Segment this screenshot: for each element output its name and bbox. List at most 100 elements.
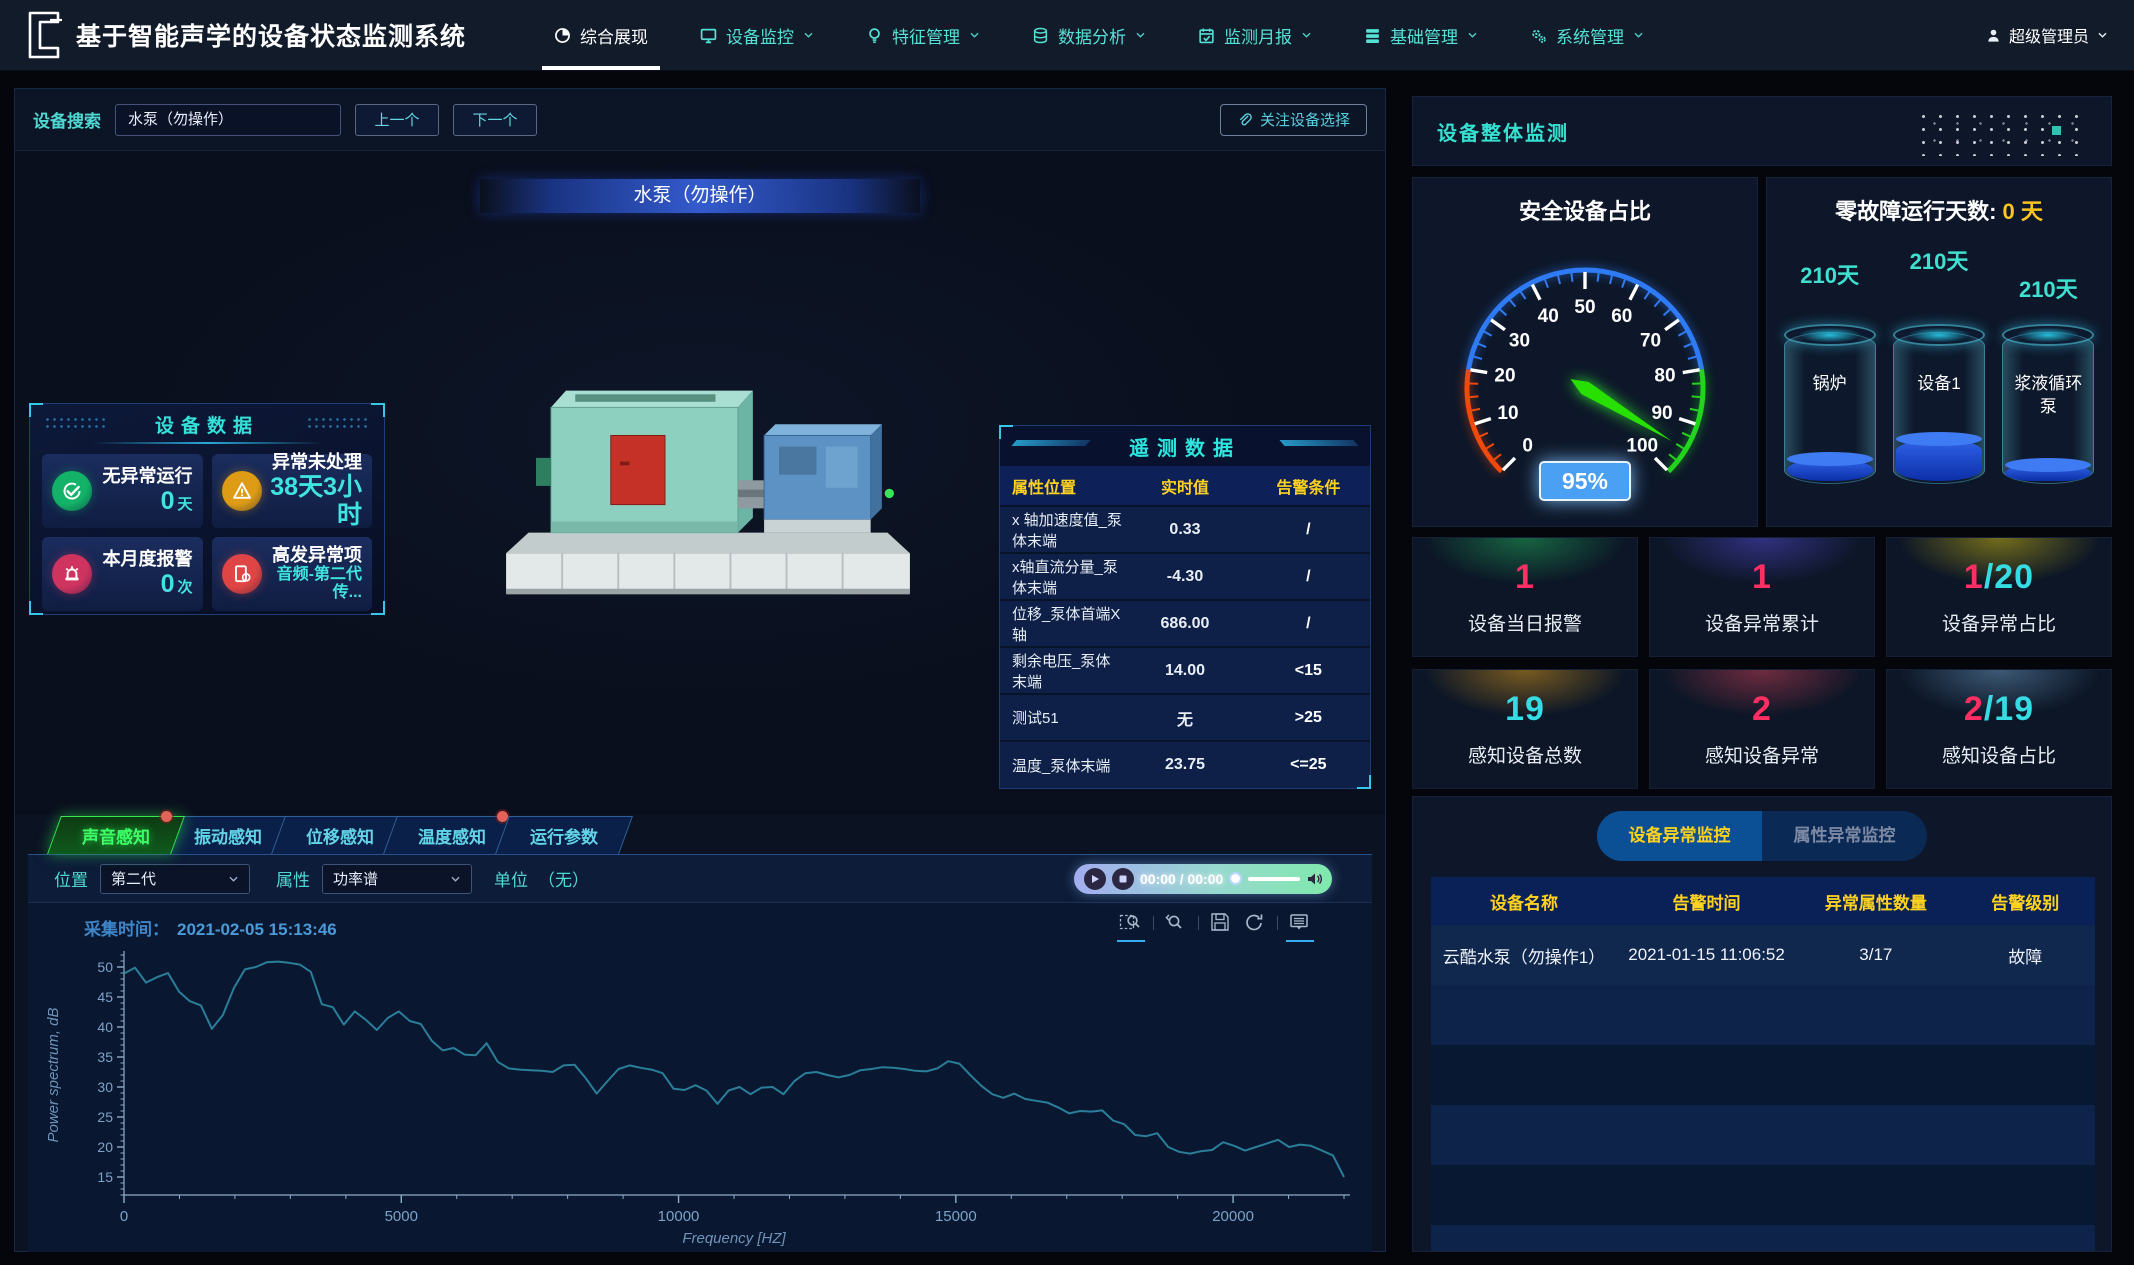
alarm-cell-empty [1617,1105,1796,1165]
nav-item-overview[interactable]: 综合展现 [554,0,648,70]
stat-label: 感知设备异常 [1650,741,1874,768]
focus-device-button[interactable]: 关注设备选择 [1220,104,1367,136]
app-root: 基于智能声学的设备状态监测系统 综合展现设备监控特征管理数据分析监测月报基础管理… [0,0,2134,1265]
toolbar-zoom-reset-icon[interactable] [1164,911,1188,935]
volume-button[interactable] [1306,870,1324,888]
alarm-col-header: 告警级别 [1956,877,2095,925]
alarm-cell-empty [1796,1045,1955,1105]
device-search-input[interactable]: 水泵（勿操作） [115,104,341,136]
alarm-cell-empty [1431,1165,1617,1225]
gauge-title: 安全设备占比 [1413,194,1757,226]
alarm-row-empty [1431,1045,2095,1105]
chevron-down-icon [2097,31,2108,39]
alarm-row[interactable]: 云酷水泵（勿操作1）2021-01-15 11:06:523/17故障 [1431,925,2095,985]
svg-text:0: 0 [1522,435,1533,456]
model-viewport[interactable]: 水泵（勿操作） [15,151,1385,815]
sense-tab-声音感知[interactable]: 声音感知 [54,816,178,854]
device-data-card-value: 38天3小时 [270,473,363,531]
nav-item-monthly-report[interactable]: 监测月报 [1198,0,1312,70]
right-panel: 设备整体监测 安全设备占比 010203040506070809010095% … [1402,88,2120,1252]
svg-text:20: 20 [97,1139,113,1155]
toolbar-data-view-icon[interactable] [1288,911,1312,935]
overall-monitor-header: 设备整体监测 [1412,96,2112,166]
stop-button[interactable] [1112,868,1134,890]
alert-badge [161,811,172,822]
stat-value: 1 [1413,558,1637,597]
corner-accent [29,403,43,417]
position-select[interactable]: 第二代 [100,864,250,894]
play-button[interactable] [1084,868,1106,890]
zero-fault-label: 零故障运行天数: [1835,199,1996,224]
position-label: 位置 [54,866,88,891]
chevron-down-icon [969,31,980,39]
sense-tab-温度感知[interactable]: 温度感知 [390,816,514,854]
tanks-row: 210天锅炉210天设备1210天浆液循环泵 [1767,230,2111,492]
audio-player[interactable]: 00:00 / 00:00 [1074,864,1332,894]
monitor-icon [700,27,717,44]
telemetry-cell: -4.30 [1123,553,1246,600]
alarm-row-empty [1431,985,2095,1045]
stat-value: 1/20 [1887,558,2111,597]
svg-text:Frequency [HZ]: Frequency [HZ] [682,1230,786,1247]
sense-tab-位移感知[interactable]: 位移感知 [278,816,402,854]
stop-icon [1118,874,1128,884]
chevron-down-icon [1633,31,1644,39]
app-title: 基于智能声学的设备状态监测系统 [76,17,466,53]
sense-tab-label: 运行参数 [502,816,626,854]
tank-days-value: 210天 [1800,258,1859,290]
stat-value: 2/19 [1887,690,2111,729]
alarm-row-empty [1431,1225,2095,1252]
nav-item-device-monitor[interactable]: 设备监控 [700,0,814,70]
telemetry-cell: 686.00 [1123,600,1246,647]
device-data-panel: 设备数据 无异常运行0天异常未处理38天3小时本月度报警0次高发异常项音频-第二… [29,403,385,615]
telemetry-row: x 轴加速度值_泵体末端0.33/ [1000,506,1370,553]
nav-item-feature-mgmt[interactable]: 特征管理 [866,0,980,70]
nav-item-data-analysis[interactable]: 数据分析 [1032,0,1146,70]
chevron-down-icon [1135,31,1146,39]
tank-cylinder: 锅炉 [1784,332,1876,484]
toolbar-zoom-box-icon[interactable] [1119,911,1143,935]
restore-icon [1243,911,1265,933]
tank-name-label: 锅炉 [1789,373,1871,396]
stats-grid: 1设备当日报警1设备异常累计1/20设备异常占比19感知设备总数2感知设备异常2… [1412,537,2112,789]
toolbar-restore-icon[interactable] [1243,911,1267,935]
device-data-card-text: 无异常运行0天 [100,466,193,515]
database-icon [1032,27,1049,44]
nav-item-basic-mgmt[interactable]: 基础管理 [1364,0,1478,70]
dashboard-icon [554,27,571,44]
chevron-down-icon [1301,31,1312,39]
unit-label: 单位 [494,866,528,891]
telemetry-cell: 剩余电压_泵体末端 [1000,647,1123,694]
alarm-tab-属性异常监控[interactable]: 属性异常监控 [1762,811,1927,861]
svg-text:10000: 10000 [658,1208,700,1225]
sense-tab-振动感知[interactable]: 振动感知 [166,816,290,854]
sense-tab-运行参数[interactable]: 运行参数 [502,816,626,854]
telemetry-cell: 测试51 [1000,694,1123,741]
svg-text:100: 100 [1626,435,1658,456]
telemetry-cell: <=25 [1247,741,1370,788]
stat-label: 设备当日报警 [1413,609,1637,636]
toolbar-save-image-icon[interactable] [1209,911,1233,935]
user-menu[interactable]: 超级管理员 [1986,23,2108,47]
device-data-cards: 无异常运行0天异常未处理38天3小时本月度报警0次高发异常项音频-第二代传... [30,444,384,621]
svg-text:50: 50 [97,959,113,975]
volume-icon [1306,870,1324,888]
attribute-select[interactable]: 功率谱 [322,864,472,894]
alarm-tab-设备异常监控[interactable]: 设备异常监控 [1597,811,1762,861]
motor-unit [536,391,753,533]
player-seek-handle[interactable] [1229,872,1242,885]
stat-card-感知设备异常: 2感知设备异常 [1649,669,1875,789]
next-device-button[interactable]: 下一个 [453,104,537,136]
svg-text:0: 0 [120,1208,128,1225]
player-seek-track[interactable] [1248,877,1300,881]
nav-item-system-mgmt[interactable]: 系统管理 [1530,0,1644,70]
alarm-col-header: 异常属性数量 [1796,877,1955,925]
prev-device-button[interactable]: 上一个 [355,104,439,136]
machine-3d-model [493,291,923,621]
device-data-card-value: 音频-第二代传... [270,566,363,603]
telemetry-cell: 无 [1123,694,1246,741]
device-data-card-label: 本月度报警 [100,549,193,570]
telemetry-row: 测试51无>25 [1000,694,1370,741]
device-data-card-text: 高发异常项音频-第二代传... [270,545,363,602]
spectrum-chart[interactable]: 152025303540455005000100001500020000Powe… [28,943,1374,1251]
